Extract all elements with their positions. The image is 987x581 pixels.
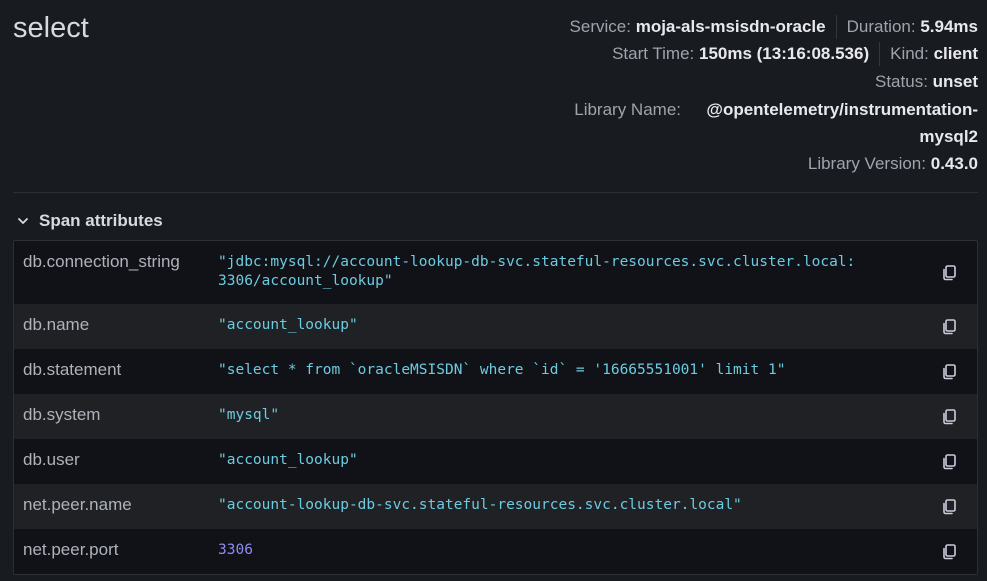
attribute-key: net.peer.name bbox=[23, 495, 132, 514]
attribute-key: db.connection_string bbox=[23, 252, 180, 271]
span-title: select bbox=[13, 12, 89, 44]
copy-icon[interactable] bbox=[940, 498, 958, 516]
start-time-value: 150ms (13:16:08.536) bbox=[698, 44, 870, 64]
kind-meta: Kind: client bbox=[890, 44, 978, 64]
copy-icon[interactable] bbox=[940, 543, 958, 561]
copy-icon[interactable] bbox=[940, 408, 958, 426]
table-row: db.user "account_lookup" bbox=[14, 439, 977, 484]
start-time-label: Start Time: bbox=[612, 44, 695, 64]
attribute-key: db.system bbox=[23, 405, 101, 424]
attribute-key: net.peer.port bbox=[23, 540, 119, 559]
attribute-value: "mysql" bbox=[218, 407, 280, 423]
library-name-meta: Library Name: @opentelemetry/instrumenta… bbox=[478, 96, 978, 151]
table-row: db.system "mysql" bbox=[14, 394, 977, 439]
library-name-value: @opentelemetry/instrumentation-mysql2 bbox=[706, 99, 978, 147]
table-row: db.connection_string "jdbc:mysql://accou… bbox=[14, 241, 977, 304]
copy-icon[interactable] bbox=[940, 363, 958, 381]
attribute-key: db.name bbox=[23, 315, 90, 334]
start-time-meta: Start Time: 150ms (13:16:08.536) bbox=[612, 44, 869, 64]
duration-meta: Duration: 5.94ms bbox=[847, 17, 978, 37]
status-label: Status: bbox=[875, 71, 928, 91]
service-label: Service: bbox=[569, 16, 631, 36]
kind-label: Kind: bbox=[890, 44, 929, 64]
span-attributes-title: Span attributes bbox=[39, 211, 163, 230]
span-attributes-toggle[interactable]: Span attributes bbox=[17, 211, 163, 231]
span-metadata: Service: moja-als-msisdn-oracle Duration… bbox=[478, 13, 978, 178]
span-detail-panel: select Service: moja-als-msisdn-oracle D… bbox=[0, 0, 987, 581]
table-row: db.statement "select * from `oracleMSISD… bbox=[14, 349, 977, 394]
library-version-label: Library Version: bbox=[807, 154, 926, 174]
attribute-key: db.statement bbox=[23, 360, 122, 379]
service-value: moja-als-msisdn-oracle bbox=[635, 16, 826, 36]
copy-icon[interactable] bbox=[940, 318, 958, 336]
status-value: unset bbox=[932, 71, 978, 91]
span-attributes-table: db.connection_string "jdbc:mysql://accou… bbox=[13, 240, 978, 575]
library-version-value: 0.43.0 bbox=[930, 154, 978, 174]
duration-label: Duration: bbox=[846, 16, 916, 36]
chevron-down-icon bbox=[18, 218, 28, 224]
table-row: net.peer.port 3306 bbox=[14, 529, 977, 574]
copy-icon[interactable] bbox=[940, 264, 958, 282]
section-divider bbox=[13, 192, 978, 193]
duration-value: 5.94ms bbox=[920, 16, 978, 36]
table-row: net.peer.name "account-lookup-db-svc.sta… bbox=[14, 484, 977, 529]
service-meta: Service: moja-als-msisdn-oracle bbox=[570, 17, 826, 37]
copy-icon[interactable] bbox=[940, 453, 958, 471]
attribute-value: "account_lookup" bbox=[218, 452, 358, 468]
meta-divider bbox=[835, 14, 837, 39]
attribute-value: "jdbc:mysql://account-lookup-db-svc.stat… bbox=[218, 254, 856, 289]
library-version-meta: Library Version: 0.43.0 bbox=[808, 154, 978, 174]
attribute-value: 3306 bbox=[218, 542, 253, 558]
meta-divider bbox=[879, 42, 881, 67]
attribute-key: db.user bbox=[23, 450, 80, 469]
attribute-value: "select * from `oracleMSISDN` where `id`… bbox=[218, 362, 786, 378]
attribute-value: "account-lookup-db-svc.stateful-resource… bbox=[218, 497, 742, 513]
attribute-value: "account_lookup" bbox=[218, 317, 358, 333]
table-row: db.name "account_lookup" bbox=[14, 304, 977, 349]
library-name-label: Library Name: bbox=[574, 99, 681, 119]
kind-value: client bbox=[933, 44, 978, 64]
status-meta: Status: unset bbox=[875, 72, 978, 92]
